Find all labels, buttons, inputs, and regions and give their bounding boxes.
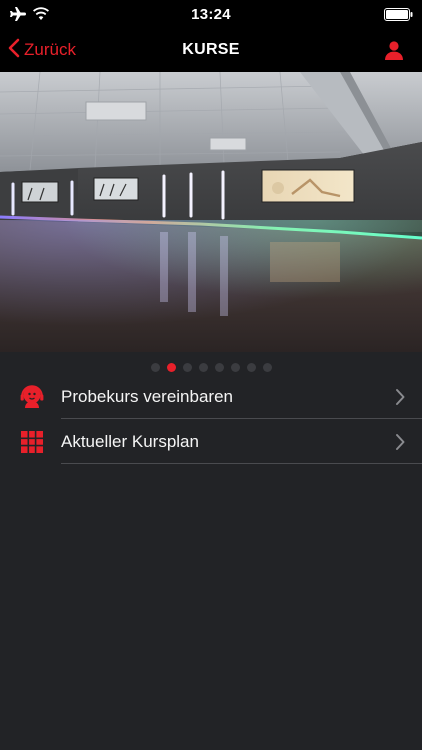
page-dot[interactable] [246,363,256,372]
chevron-right-icon [395,433,405,456]
person-icon [384,41,404,64]
page-dot[interactable] [150,363,160,372]
page-dot[interactable] [182,363,192,372]
hero-image-carousel[interactable] [0,72,422,352]
headset-person-icon [19,384,45,410]
chevron-right-icon [395,388,405,411]
menu-item-course-schedule[interactable]: Aktueller Kursplan [0,419,422,464]
status-bar: 13:24 [0,0,422,28]
menu-item-label: Probekurs vereinbaren [61,387,233,406]
status-time: 13:24 [191,6,231,23]
menu-item-trial-course[interactable]: Probekurs vereinbaren [0,374,422,419]
navigation-bar: Zurück KURSE [0,28,422,72]
page-dot[interactable] [262,363,272,372]
menu-item-label: Aktueller Kursplan [61,432,199,451]
page-indicator[interactable] [0,363,422,373]
battery-icon [384,8,414,26]
page-dot[interactable] [230,363,240,372]
profile-button[interactable] [384,40,404,65]
fitness-studio-photo [0,72,422,352]
grid-schedule-icon [19,429,45,455]
page-dot[interactable] [198,363,208,372]
page-dot[interactable] [214,363,224,372]
divider [61,463,422,464]
menu-list: Probekurs vereinbaren Aktueller Kursplan [0,374,422,464]
page-title: KURSE [182,41,240,58]
page-dot[interactable] [166,363,176,372]
